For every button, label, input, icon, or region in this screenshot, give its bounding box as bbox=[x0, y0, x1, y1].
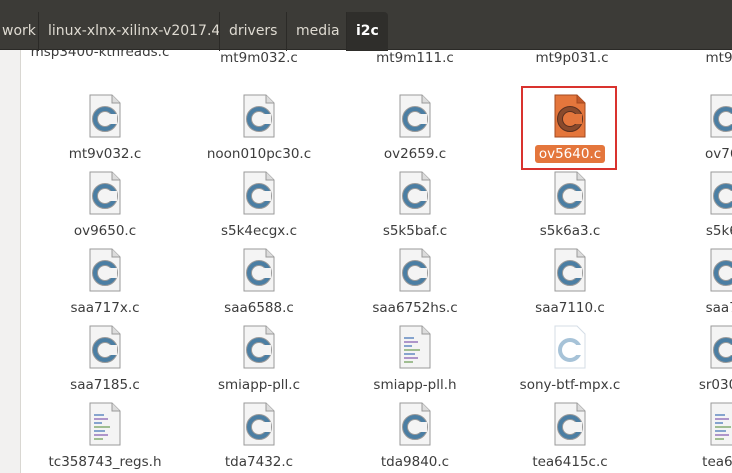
c-source-file-icon bbox=[399, 94, 431, 138]
file-item[interactable]: s5k6a3.c bbox=[490, 171, 650, 251]
file-item[interactable]: tc358743_regs.h bbox=[25, 402, 185, 473]
c-source-file-icon bbox=[710, 94, 732, 138]
c-source-file-icon bbox=[399, 402, 431, 446]
file-label: mt9m111.c bbox=[376, 50, 454, 66]
file-label: smiapp-pll.c bbox=[217, 377, 300, 393]
file-label: mt9t0 bbox=[705, 50, 732, 66]
file-item[interactable]: smiapp-pll.h bbox=[335, 325, 495, 405]
c-source-file-icon bbox=[243, 325, 275, 369]
c-source-file-icon bbox=[243, 248, 275, 292]
c-source-file-icon bbox=[243, 94, 275, 138]
file-label: sony-btf-mpx.c bbox=[519, 377, 621, 393]
c-source-file-icon bbox=[89, 171, 121, 215]
file-item[interactable]: mt9t0 bbox=[646, 50, 732, 78]
file-item[interactable]: mt9v032.c bbox=[25, 94, 185, 174]
file-label: tda7432.c bbox=[224, 454, 294, 470]
c-source-file-icon bbox=[554, 325, 586, 369]
c-source-file-icon bbox=[399, 171, 431, 215]
file-label: smiapp-pll.h bbox=[373, 377, 457, 393]
file-item[interactable]: s5k6a bbox=[646, 171, 732, 251]
file-item[interactable]: tda7432.c bbox=[179, 402, 339, 473]
file-label: noon010pc30.c bbox=[206, 146, 312, 162]
c-source-file-icon bbox=[89, 248, 121, 292]
file-item[interactable]: saa6752hs.c bbox=[335, 248, 495, 328]
file-item[interactable]: smiapp-pll.c bbox=[179, 325, 339, 405]
c-source-file-icon bbox=[554, 248, 586, 292]
file-item[interactable]: tea6415c.c bbox=[490, 402, 650, 473]
breadcrumb-media[interactable]: media bbox=[286, 12, 349, 51]
file-label: saa6588.c bbox=[224, 300, 294, 316]
file-item[interactable]: saa7110.c bbox=[490, 248, 650, 328]
c-source-file-icon bbox=[710, 171, 732, 215]
file-label: tea6415c.c bbox=[532, 454, 608, 470]
c-header-file-icon bbox=[89, 402, 121, 446]
breadcrumb-drivers[interactable]: drivers bbox=[219, 12, 286, 51]
file-item[interactable]: mt9p031.c bbox=[492, 50, 652, 78]
file-item[interactable]: noon010pc30.c bbox=[179, 94, 339, 174]
file-label: sr030pc bbox=[698, 377, 732, 393]
file-item[interactable]: ov9650.c bbox=[25, 171, 185, 251]
file-label: s5k4ecgx.c bbox=[220, 223, 298, 239]
c-source-file-icon bbox=[243, 171, 275, 215]
file-label: tea641 bbox=[702, 454, 732, 470]
file-label: mt9m032.c bbox=[220, 50, 298, 66]
file-item[interactable]: saa7185.c bbox=[25, 325, 185, 405]
file-label: s5k6a3.c bbox=[539, 223, 601, 239]
file-item[interactable]: tea641 bbox=[646, 402, 732, 473]
c-header-file-icon bbox=[399, 325, 431, 369]
file-item[interactable]: tda9840.c bbox=[335, 402, 495, 473]
file-label: mt9p031.c bbox=[535, 50, 609, 66]
c-source-file-icon bbox=[554, 402, 586, 446]
file-label: tc358743_regs.h bbox=[48, 454, 162, 470]
file-item[interactable]: sr030pc bbox=[646, 325, 732, 405]
file-item[interactable]: s5k5baf.c bbox=[335, 171, 495, 251]
breadcrumb-i2c[interactable]: i2c bbox=[346, 12, 388, 51]
file-item[interactable]: mt9m111.c bbox=[335, 50, 495, 78]
file-item[interactable]: s5k4ecgx.c bbox=[179, 171, 339, 251]
file-grid: msp3400-kthreads.c mt9m032.c mt9m111.c m… bbox=[21, 50, 732, 473]
file-item[interactable]: saa6588.c bbox=[179, 248, 339, 328]
highlight-box bbox=[521, 86, 617, 170]
c-header-file-icon bbox=[710, 402, 732, 446]
file-label: saa6752hs.c bbox=[372, 300, 458, 316]
sidebar bbox=[0, 50, 21, 473]
c-source-file-icon bbox=[554, 171, 586, 215]
file-item[interactable]: sony-btf-mpx.c bbox=[490, 325, 650, 405]
path-bar: work linux-xlnx-xilinx-v2017.4 drivers m… bbox=[0, 0, 732, 51]
file-label: ov2659.c bbox=[383, 146, 447, 162]
c-source-file-icon bbox=[243, 402, 275, 446]
file-label: ov764 bbox=[704, 146, 732, 162]
c-source-file-icon bbox=[89, 94, 121, 138]
file-label: saa71 bbox=[705, 300, 732, 316]
c-source-file-icon bbox=[710, 325, 732, 369]
c-source-file-icon bbox=[399, 248, 431, 292]
file-label: saa7185.c bbox=[70, 377, 140, 393]
file-label: ov9650.c bbox=[73, 223, 137, 239]
breadcrumb-linux-xlnx[interactable]: linux-xlnx-xilinx-v2017.4 bbox=[38, 12, 229, 51]
file-label: s5k5baf.c bbox=[382, 223, 448, 239]
file-item[interactable]: saa71 bbox=[646, 248, 732, 328]
file-label: tda9840.c bbox=[380, 454, 450, 470]
file-label: s5k6a bbox=[705, 223, 732, 239]
file-item[interactable]: ov2659.c bbox=[335, 94, 495, 174]
file-item[interactable]: mt9m032.c bbox=[179, 50, 339, 78]
c-source-file-icon bbox=[710, 248, 732, 292]
file-label: msp3400-kthreads.c bbox=[30, 50, 170, 60]
c-source-file-icon bbox=[89, 325, 121, 369]
file-label: saa7110.c bbox=[535, 300, 605, 316]
file-item[interactable]: saa717x.c bbox=[25, 248, 185, 328]
file-item[interactable]: ov764 bbox=[646, 94, 732, 174]
file-label: mt9v032.c bbox=[68, 146, 142, 162]
file-label: saa717x.c bbox=[70, 300, 140, 316]
